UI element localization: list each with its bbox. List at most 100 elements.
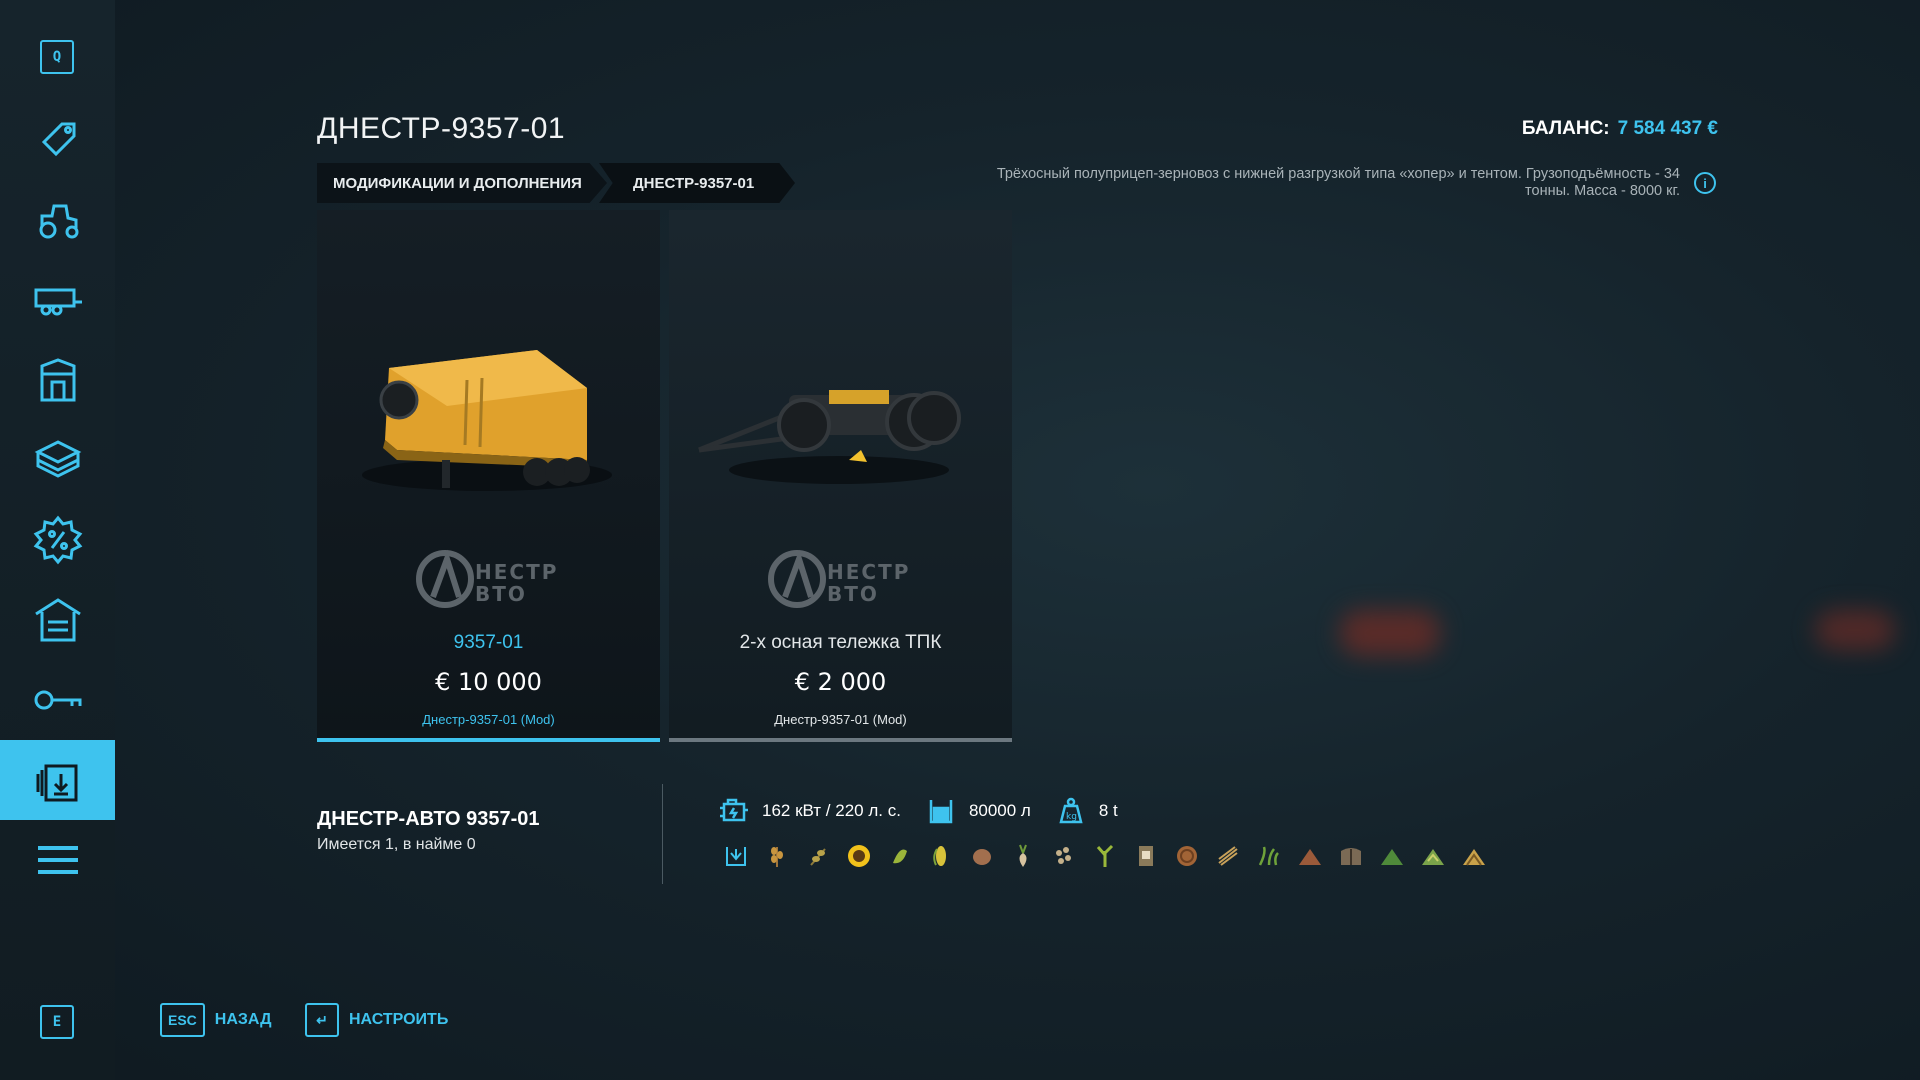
sidebar-item-sales[interactable] <box>0 100 115 180</box>
straw-icon <box>1210 840 1245 872</box>
breadcrumb-current[interactable]: ДНЕСТР-9357-01 <box>599 163 795 203</box>
silage-icon <box>1333 840 1368 872</box>
sugarbeet-icon <box>1018 844 1027 867</box>
breadcrumb-mods[interactable]: МОДИФИКАЦИИ И ДОПОЛНЕНИЯ <box>317 163 607 203</box>
sidebar-item-trailers[interactable] <box>0 260 115 340</box>
store-item-card-trailer[interactable]: НЕСТР ВТО 9357-01 € 10 000 Днестр-9357-0… <box>317 210 660 742</box>
item-description: Трёхосный полуприцеп-зерновоз с нижней р… <box>880 166 1680 200</box>
breadcrumb: МОДИФИКАЦИИ И ДОПОЛНЕНИЯ ДНЕСТР-9357-01 <box>317 163 795 203</box>
key-icon <box>34 690 81 710</box>
info-icon[interactable]: i <box>1694 172 1716 194</box>
menu-prev-key[interactable]: Q <box>40 40 74 74</box>
tractor-icon <box>39 204 78 239</box>
balance-label: БАЛАНС: <box>1521 118 1610 139</box>
enter-key-hint: ↵ <box>305 1003 339 1037</box>
trailer-icon <box>34 288 82 316</box>
details-title: ДНЕСТР-АВТО 9357-01 <box>317 808 540 830</box>
svg-text:ВТО: ВТО <box>475 582 527 606</box>
svg-text:НЕСТР: НЕСТР <box>827 560 910 584</box>
sunflower-icon <box>847 845 870 867</box>
details-ownership: Имеется 1, в найме 0 <box>317 836 476 853</box>
maize-icon <box>932 846 946 866</box>
wood-chips-icon <box>1176 846 1197 866</box>
sunflower-icon <box>841 840 876 872</box>
esc-key-hint: ESC <box>160 1003 205 1037</box>
svg-text:kg: kg <box>1066 812 1077 822</box>
seeds-icon <box>1055 847 1071 864</box>
maize-icon <box>923 840 958 872</box>
back-label: НАЗАД <box>214 1011 272 1028</box>
barley-icon <box>809 848 826 866</box>
soybean-icon <box>882 840 917 872</box>
forage-icon <box>1374 840 1409 872</box>
chaff-icon <box>1415 840 1450 872</box>
divider <box>662 784 663 884</box>
sidebar-item-objects[interactable] <box>0 420 115 500</box>
weight-icon: kg <box>1053 795 1089 827</box>
forage-icon <box>1380 849 1403 865</box>
specs-row: 162 кВт / 220 л. с. 80000 л kg 8 t <box>716 795 1140 827</box>
capacity-value: 80000 л <box>968 801 1031 820</box>
barley-icon <box>800 840 835 872</box>
sidebar-item-buildings[interactable] <box>0 580 115 660</box>
sidebar-item-sales-offers[interactable] <box>0 500 115 580</box>
menu-icon <box>37 846 78 874</box>
wheat-icon <box>770 847 783 867</box>
sugarcane-icon <box>1087 840 1122 872</box>
soybean-icon <box>892 849 907 864</box>
weight-value: 8 t <box>1098 801 1118 820</box>
silage-icon <box>1340 848 1361 865</box>
back-button[interactable]: ESC НАЗАД <box>160 1003 271 1037</box>
grain-pile-icon <box>1462 849 1485 866</box>
pallet-box-icon <box>34 440 81 478</box>
trailer-image <box>362 350 612 491</box>
configure-label: НАСТРОИТЬ <box>349 1011 449 1028</box>
grass-icon <box>1258 846 1279 866</box>
price-tag-icon <box>41 122 75 157</box>
sidebar-item-tractors[interactable] <box>0 180 115 260</box>
wood-chips-icon <box>1169 840 1204 872</box>
straw-icon <box>1217 846 1238 866</box>
seeds-icon <box>1046 840 1081 872</box>
manure-icon <box>1292 840 1327 872</box>
background-blur <box>1815 610 1895 650</box>
store-item-source: Днестр-9357-01 (Mod) <box>774 712 907 727</box>
fill-type-icon <box>718 840 753 872</box>
brand-logo: НЕСТР ВТО <box>768 549 910 608</box>
description-line-1: Трёхосный полуприцеп-зерновоз с нижней р… <box>996 166 1680 182</box>
store-item-source: Днестр-9357-01 (Mod) <box>422 712 555 727</box>
configure-button[interactable]: ↵ НАСТРОИТЬ <box>305 1003 448 1037</box>
store-item-card-dolly[interactable]: НЕСТР ВТО 2-х осная тележка ТПК € 2 000 … <box>669 210 1012 742</box>
store-item-name: 9357-01 <box>453 632 524 653</box>
fertilizer-bag-icon <box>1128 840 1163 872</box>
sugarbeet-icon <box>1005 840 1040 872</box>
sugarcane-icon <box>1096 844 1113 867</box>
fill-types-row <box>718 840 1491 872</box>
menu-next-key[interactable]: E <box>40 1005 74 1039</box>
manure-icon <box>1298 849 1321 865</box>
svg-text:ВТО: ВТО <box>827 582 879 606</box>
sidebar: Q E <box>0 0 115 1080</box>
silo-icon <box>40 358 75 402</box>
wheat-icon <box>759 840 794 872</box>
dolly-image <box>698 390 961 484</box>
engine-power-icon <box>716 795 752 827</box>
page-title: ДНЕСТР-9357-01 <box>317 112 566 145</box>
sidebar-item-leasing[interactable] <box>0 660 115 740</box>
svg-text:НЕСТР: НЕСТР <box>475 560 558 584</box>
fill-type-icon <box>725 847 746 866</box>
chaff-icon <box>1421 849 1444 865</box>
potato-icon <box>972 849 991 865</box>
mods-download-icon <box>36 764 77 802</box>
store-item-name: 2-х осная тележка ТПК <box>739 632 942 653</box>
sidebar-item-silos[interactable] <box>0 340 115 420</box>
shed-icon <box>34 598 81 642</box>
balance-value: 7 584 437 € <box>1617 118 1718 139</box>
description-line-2: тонны. Масса - 8000 кг. <box>1525 183 1680 199</box>
fertilizer-bag-icon <box>1138 846 1153 866</box>
capacity-icon <box>923 795 959 827</box>
sidebar-item-mods[interactable] <box>0 740 115 820</box>
potato-icon <box>964 840 999 872</box>
grain-pile-icon <box>1456 840 1491 872</box>
sidebar-item-menu[interactable] <box>0 820 115 900</box>
